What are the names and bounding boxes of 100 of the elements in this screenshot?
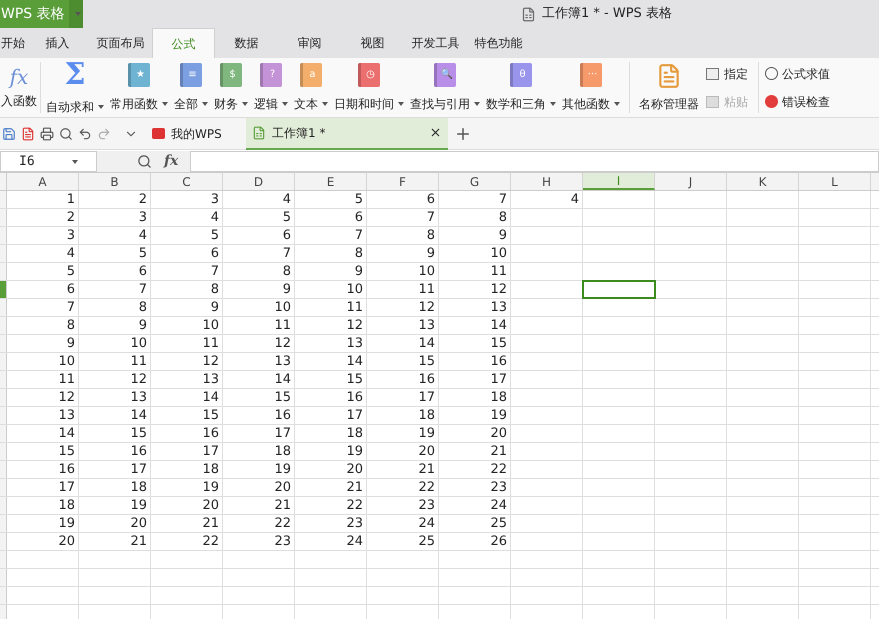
row-header[interactable] bbox=[0, 407, 7, 424]
audit-button[interactable]: 公式求值 bbox=[765, 64, 830, 82]
function-category-button[interactable]: $ 财务 bbox=[211, 58, 251, 117]
function-category-button[interactable]: ◷ 日期和时间 bbox=[331, 58, 407, 117]
fx-icon: fx bbox=[10, 66, 28, 88]
caret-icon bbox=[202, 102, 208, 106]
column-header[interactable]: L bbox=[799, 173, 871, 190]
pdf-icon[interactable] bbox=[21, 126, 35, 140]
row-header[interactable] bbox=[0, 281, 7, 298]
function-category-button[interactable]: 🔍 查找与引用 bbox=[407, 58, 483, 117]
function-category-button[interactable]: ? 逻辑 bbox=[251, 58, 291, 117]
cell-value: 12 bbox=[130, 371, 147, 388]
cell-value: 13 bbox=[202, 371, 219, 388]
row-header[interactable] bbox=[0, 461, 7, 478]
row-header[interactable] bbox=[0, 425, 7, 442]
menu-tab[interactable]: 开发工具 bbox=[404, 28, 467, 58]
cell-value: 22 bbox=[490, 461, 507, 478]
cell-value: 7 bbox=[66, 299, 75, 316]
function-category-button[interactable]: ··· 其他函数 bbox=[559, 58, 623, 117]
row-header[interactable] bbox=[0, 587, 7, 604]
zoom-icon[interactable] bbox=[137, 154, 152, 169]
cell-value: 13 bbox=[490, 299, 507, 316]
row-header[interactable] bbox=[0, 389, 7, 406]
menu-tab[interactable]: 视图 bbox=[341, 28, 404, 58]
preview-icon[interactable] bbox=[59, 126, 73, 140]
cell-value: 21 bbox=[346, 479, 363, 496]
ribbon-small-button[interactable]: 指定 bbox=[706, 64, 748, 82]
menu-tab[interactable]: 数据 bbox=[215, 28, 278, 58]
row-header[interactable] bbox=[0, 479, 7, 496]
name-manager-button[interactable]: 名称管理器 bbox=[636, 58, 702, 117]
menu-tab[interactable]: 特色功能 bbox=[467, 28, 530, 58]
column-header[interactable]: E bbox=[295, 173, 367, 190]
cell-value: 6 bbox=[282, 227, 291, 244]
book-icon: ◷ bbox=[358, 62, 380, 86]
row-header[interactable] bbox=[0, 443, 7, 460]
column-header[interactable]: B bbox=[79, 173, 151, 190]
row-header[interactable] bbox=[0, 191, 7, 208]
row-header[interactable] bbox=[0, 209, 7, 226]
book-icon: a bbox=[300, 62, 322, 86]
row-header[interactable] bbox=[0, 551, 7, 568]
cell-value: 16 bbox=[130, 443, 147, 460]
function-category-button[interactable]: ≡ 全部 bbox=[171, 58, 211, 117]
cell-value: 17 bbox=[274, 425, 291, 442]
row-header[interactable] bbox=[0, 371, 7, 388]
cell-value: 21 bbox=[274, 497, 291, 514]
row-header[interactable] bbox=[0, 227, 7, 244]
row-header[interactable] bbox=[0, 263, 7, 280]
document-tab[interactable]: 工作簿1 * bbox=[246, 118, 448, 150]
function-category-button[interactable]: ★ 常用函数 bbox=[107, 58, 171, 117]
column-header[interactable]: F bbox=[367, 173, 439, 190]
column-header[interactable]: J bbox=[655, 173, 727, 190]
print-icon[interactable] bbox=[40, 126, 54, 140]
function-category-button[interactable]: a 文本 bbox=[291, 58, 331, 117]
cell-value: 2 bbox=[138, 191, 147, 208]
fx-button[interactable]: fx bbox=[164, 151, 178, 172]
column-header[interactable]: D bbox=[223, 173, 295, 190]
undo-icon[interactable] bbox=[78, 126, 92, 140]
save-icon[interactable] bbox=[2, 126, 16, 140]
sigma-icon: Σ bbox=[64, 60, 86, 90]
column-header[interactable]: I bbox=[583, 173, 655, 190]
cell-value: 17 bbox=[58, 479, 75, 496]
cell-value: 17 bbox=[490, 371, 507, 388]
close-icon[interactable] bbox=[429, 126, 442, 139]
cell-value: 7 bbox=[210, 263, 219, 280]
formula-input[interactable] bbox=[190, 151, 879, 172]
cell-value: 21 bbox=[490, 443, 507, 460]
audit-button[interactable]: 错误检查 bbox=[765, 92, 830, 110]
cell-value: 26 bbox=[490, 533, 507, 550]
row-header[interactable] bbox=[0, 497, 7, 514]
column-header[interactable]: A bbox=[7, 173, 79, 190]
cell-value: 21 bbox=[130, 533, 147, 550]
row-header[interactable] bbox=[0, 533, 7, 550]
cell-value: 11 bbox=[58, 371, 75, 388]
function-category-button[interactable]: Σ 自动求和 bbox=[43, 58, 107, 117]
column-header[interactable]: G bbox=[439, 173, 511, 190]
menu-tab[interactable]: 页面布局 bbox=[89, 28, 152, 58]
row-header[interactable] bbox=[0, 569, 7, 586]
active-cell[interactable] bbox=[583, 281, 655, 298]
row-header[interactable] bbox=[0, 245, 7, 262]
cell-value: 14 bbox=[202, 389, 219, 406]
caret-icon bbox=[72, 160, 78, 164]
menu-tab[interactable]: 公式 bbox=[152, 28, 215, 58]
redo-icon[interactable] bbox=[97, 126, 111, 140]
row-header[interactable] bbox=[0, 605, 7, 619]
menu-tab[interactable]: 开始 bbox=[0, 28, 26, 58]
menu-tab[interactable]: 审阅 bbox=[278, 28, 341, 58]
insert-function-button[interactable]: fx 入函数 bbox=[0, 58, 38, 117]
row-header[interactable] bbox=[0, 335, 7, 352]
row-header[interactable] bbox=[0, 515, 7, 532]
cell-value: 11 bbox=[274, 317, 291, 334]
document-tab[interactable]: 我的WPS bbox=[146, 118, 246, 150]
row-header[interactable] bbox=[0, 353, 7, 370]
function-category-button[interactable]: θ 数学和三角 bbox=[483, 58, 559, 117]
menu-tab[interactable]: 插入 bbox=[26, 28, 89, 58]
name-box[interactable]: I6 bbox=[0, 151, 97, 172]
column-header[interactable]: K bbox=[727, 173, 799, 190]
column-header[interactable]: C bbox=[151, 173, 223, 190]
row-header[interactable] bbox=[0, 299, 7, 316]
row-header[interactable] bbox=[0, 317, 7, 334]
spreadsheet-icon bbox=[252, 126, 266, 140]
